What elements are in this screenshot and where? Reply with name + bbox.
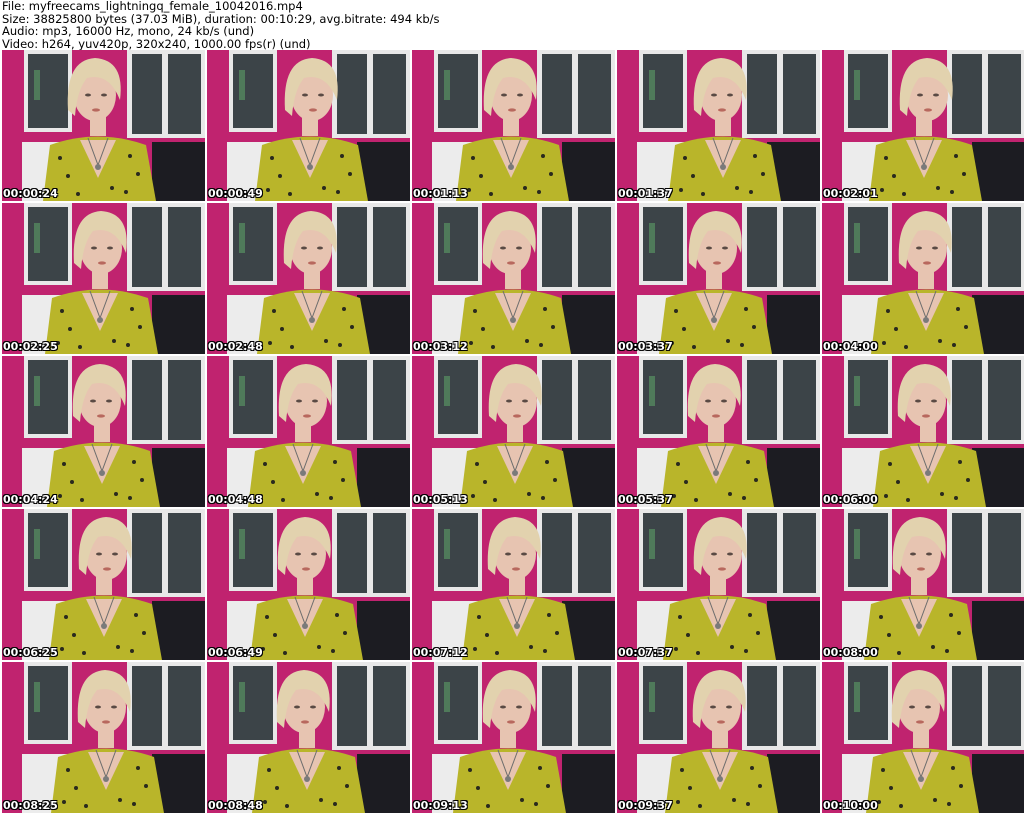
video-frame-image bbox=[412, 356, 615, 507]
video-thumbnail: 00:04:48 bbox=[207, 356, 410, 507]
video-thumbnail: 00:10:00 bbox=[822, 662, 1024, 813]
thumbnail-timestamp: 00:01:37 bbox=[618, 187, 673, 200]
thumbnail-timestamp: 00:04:24 bbox=[3, 493, 58, 506]
video-frame-image bbox=[207, 509, 410, 660]
thumbnail-timestamp: 00:03:37 bbox=[618, 340, 673, 353]
video-thumbnail: 00:09:37 bbox=[617, 662, 820, 813]
video-frame-image bbox=[822, 662, 1024, 813]
video-info-line: Video: h264, yuv420p, 320x240, 1000.00 f… bbox=[2, 36, 311, 51]
video-frame-image bbox=[2, 203, 205, 354]
thumbnail-timestamp: 00:04:00 bbox=[823, 340, 878, 353]
video-thumbnail: 00:06:00 bbox=[822, 356, 1024, 507]
video-thumbnail: 00:09:13 bbox=[412, 662, 615, 813]
thumbnail-timestamp: 00:04:48 bbox=[208, 493, 263, 506]
video-frame-image bbox=[617, 509, 820, 660]
thumbnail-timestamp: 00:01:13 bbox=[413, 187, 468, 200]
video-thumbnail: 00:06:49 bbox=[207, 509, 410, 660]
video-frame-image bbox=[2, 509, 205, 660]
video-thumbnail: 00:02:25 bbox=[2, 203, 205, 354]
video-frame-image bbox=[2, 50, 205, 201]
video-thumbnail: 00:04:24 bbox=[2, 356, 205, 507]
video-thumbnail: 00:08:25 bbox=[2, 662, 205, 813]
video-thumbnail: 00:01:37 bbox=[617, 50, 820, 201]
video-frame-image bbox=[412, 662, 615, 813]
video-frame-image bbox=[412, 50, 615, 201]
thumbnail-timestamp: 00:08:25 bbox=[3, 799, 58, 812]
video-thumbnail: 00:08:48 bbox=[207, 662, 410, 813]
thumbnail-timestamp: 00:06:00 bbox=[823, 493, 878, 506]
thumbnail-timestamp: 00:07:37 bbox=[618, 646, 673, 659]
thumbnail-timestamp: 00:02:25 bbox=[3, 340, 58, 353]
video-frame-image bbox=[412, 509, 615, 660]
video-thumbnail: 00:07:12 bbox=[412, 509, 615, 660]
video-thumbnail: 00:00:49 bbox=[207, 50, 410, 201]
video-frame-image bbox=[207, 203, 410, 354]
video-frame-image bbox=[207, 662, 410, 813]
video-frame-image bbox=[207, 356, 410, 507]
thumbnail-timestamp: 00:09:13 bbox=[413, 799, 468, 812]
video-thumbnail: 00:08:00 bbox=[822, 509, 1024, 660]
thumbnail-timestamp: 00:03:12 bbox=[413, 340, 468, 353]
video-thumbnail: 00:02:01 bbox=[822, 50, 1024, 201]
thumbnail-timestamp: 00:02:01 bbox=[823, 187, 878, 200]
video-frame-image bbox=[617, 662, 820, 813]
video-frame-image bbox=[822, 509, 1024, 660]
video-frame-image bbox=[617, 356, 820, 507]
thumbnail-timestamp: 00:08:00 bbox=[823, 646, 878, 659]
thumbnail-grid: 00:00:24 00:00:49 00:01:13 00:01:37 00:02:01… bbox=[0, 50, 1024, 813]
audio-info-line: Audio: mp3, 16000 Hz, mono, 24 kb/s (und… bbox=[2, 24, 255, 38]
video-thumbnail: 00:03:37 bbox=[617, 203, 820, 354]
video-thumbnail: 00:01:13 bbox=[412, 50, 615, 201]
file-name-line: File: myfreecams_lightningq_female_10042… bbox=[2, 0, 303, 13]
video-frame-image bbox=[617, 50, 820, 201]
thumbnail-timestamp: 00:08:48 bbox=[208, 799, 263, 812]
video-frame-image bbox=[617, 203, 820, 354]
video-frame-image bbox=[412, 203, 615, 354]
video-thumbnail: 00:00:24 bbox=[2, 50, 205, 201]
video-frame-image bbox=[822, 203, 1024, 354]
video-frame-image bbox=[2, 662, 205, 813]
thumbnail-timestamp: 00:05:13 bbox=[413, 493, 468, 506]
video-thumbnail: 00:06:25 bbox=[2, 509, 205, 660]
thumbnail-timestamp: 00:10:00 bbox=[823, 799, 878, 812]
video-frame-image bbox=[822, 356, 1024, 507]
thumbnail-timestamp: 00:06:49 bbox=[208, 646, 263, 659]
video-thumbnail: 00:07:37 bbox=[617, 509, 820, 660]
thumbnail-timestamp: 00:02:48 bbox=[208, 340, 263, 353]
video-thumbnail: 00:05:13 bbox=[412, 356, 615, 507]
video-frame-image bbox=[822, 50, 1024, 201]
video-frame-image bbox=[207, 50, 410, 201]
thumbnail-timestamp: 00:06:25 bbox=[3, 646, 58, 659]
thumbnail-timestamp: 00:07:12 bbox=[413, 646, 468, 659]
video-thumbnail: 00:02:48 bbox=[207, 203, 410, 354]
video-thumbnail: 00:05:37 bbox=[617, 356, 820, 507]
thumbnail-timestamp: 00:00:49 bbox=[208, 187, 263, 200]
video-thumbnail: 00:03:12 bbox=[412, 203, 615, 354]
thumbnail-timestamp: 00:09:37 bbox=[618, 799, 673, 812]
thumbnail-timestamp: 00:05:37 bbox=[618, 493, 673, 506]
thumbnail-timestamp: 00:00:24 bbox=[3, 187, 58, 200]
video-frame-image bbox=[2, 356, 205, 507]
video-thumbnail: 00:04:00 bbox=[822, 203, 1024, 354]
video-info-header: File: myfreecams_lightningq_female_10042… bbox=[0, 0, 1024, 50]
